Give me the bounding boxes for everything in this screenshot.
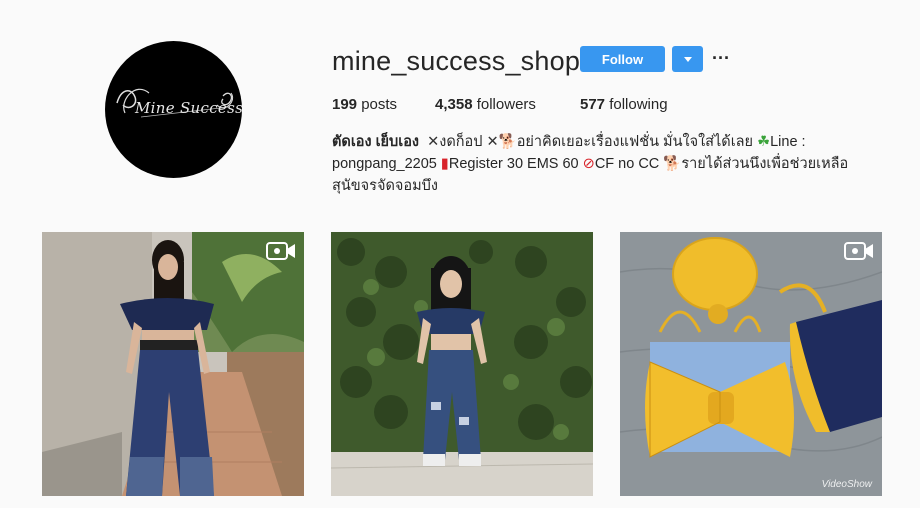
post-image-girl-hedge <box>331 232 593 496</box>
bio-line-3: สุนัขจรจัดจอมบึง <box>332 178 438 194</box>
video-watermark: VideoShow <box>821 479 872 490</box>
post-thumbnail-2[interactable] <box>331 232 593 496</box>
posts-count: 199 <box>332 96 358 113</box>
followers-count: 4,358 <box>435 96 473 113</box>
bio-charity: รายได้ส่วนนึงเพื่อช่วยเหลือ <box>681 156 849 172</box>
profile-bio: ตัดเอง เย็บเอง ✕งดก็อป ✕🐕อย่าคิดเยอะเรื่… <box>332 131 872 197</box>
followers-label: followers <box>476 96 536 113</box>
follow-button[interactable]: Follow <box>580 46 665 72</box>
cross-mark-icon: ✕ <box>423 134 440 150</box>
profile-avatar[interactable]: Mine Success <box>105 41 242 178</box>
posts-stat: 199 posts <box>332 96 397 113</box>
video-icon <box>266 242 295 260</box>
cross-mark-icon: ✕ <box>486 134 499 150</box>
post-image-yellow-items <box>620 232 882 496</box>
avatar-logo-text: Mine Success <box>135 99 242 117</box>
dog-icon: 🐕 <box>498 134 517 150</box>
posts-label: posts <box>361 96 398 113</box>
bio-line-1: ตัดเอง เย็บเอง ✕งดก็อป ✕🐕อย่าคิดเยอะเรื่… <box>332 131 872 153</box>
chevron-down-icon <box>684 57 692 62</box>
dog-icon: 🐕 <box>663 156 682 172</box>
following-count: 577 <box>580 96 606 113</box>
clover-icon: ☘ <box>757 134 771 150</box>
prohibited-icon: ⊘ <box>582 156 595 172</box>
bio-line-2: pongpang_2205 ▮Register 30 EMS 60 ⊘CF no… <box>332 153 872 175</box>
bio-line-contact: Line : <box>770 134 806 150</box>
post-image-girl-corridor <box>42 232 304 496</box>
suggestions-dropdown-button[interactable] <box>672 46 703 72</box>
bio-no-copy: งดก็อป <box>439 134 483 150</box>
bio-cf-policy: CF no CC <box>594 156 660 172</box>
postbox-icon: ▮ <box>440 156 449 172</box>
profile-username: mine_success_shop <box>332 46 581 76</box>
video-icon <box>844 242 873 260</box>
bio-name: ตัดเอง เย็บเอง <box>332 134 420 150</box>
post-thumbnail-1[interactable] <box>42 232 304 496</box>
bio-fashion-text: อย่าคิดเยอะเรื่องแฟชั่น มั่นใจใส่ได้เลย <box>516 134 754 150</box>
followers-link[interactable]: 4,358 followers <box>435 96 536 113</box>
bio-line-id: pongpang_2205 <box>332 156 437 172</box>
following-label: following <box>609 96 668 113</box>
more-options-button[interactable]: ··· <box>710 48 732 68</box>
bio-shipping: Register 30 EMS 60 <box>448 156 579 172</box>
post-thumbnail-3[interactable]: VideoShow <box>620 232 882 496</box>
following-link[interactable]: 577 following <box>580 96 668 113</box>
